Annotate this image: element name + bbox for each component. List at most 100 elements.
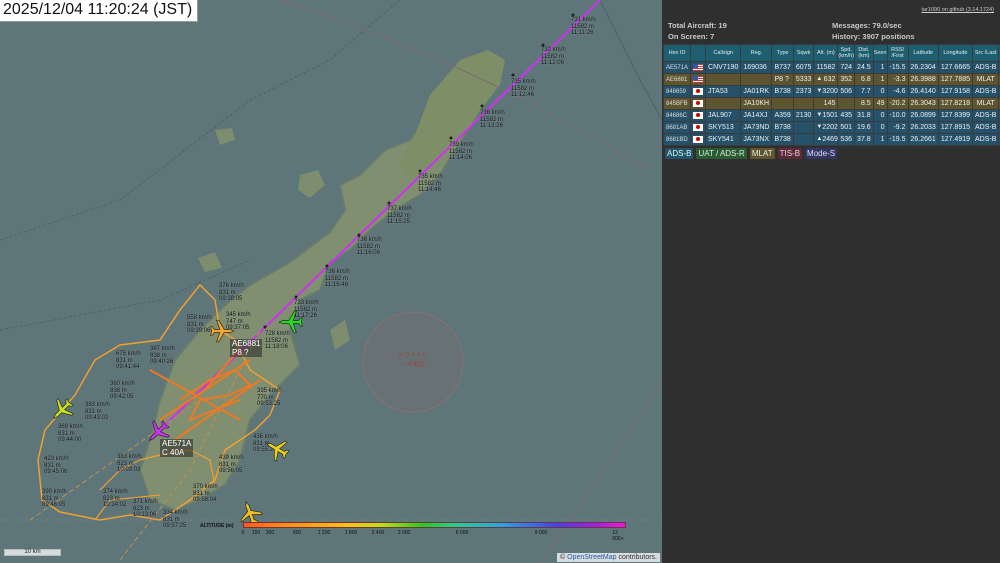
altitude-legend-title: ALTITUDE (m) xyxy=(200,523,234,529)
cell-hex: 8681BD xyxy=(662,133,692,146)
column-header[interactable]: Callsign xyxy=(705,44,742,62)
track-label: 374 km/h 823 m 10:14:02 xyxy=(103,489,128,508)
column-header[interactable]: Type xyxy=(771,44,794,62)
cell-seen: 49 xyxy=(872,97,888,110)
column-header[interactable]: Dist. (km) xyxy=(854,44,874,62)
altitude-value: 2202 xyxy=(822,124,838,131)
aircraft-icon[interactable] xyxy=(278,309,304,335)
altitude-tick: 150 xyxy=(251,530,261,536)
aircraft-icon[interactable] xyxy=(49,397,75,423)
island-small xyxy=(215,128,235,145)
cell-flag xyxy=(690,61,707,74)
altitude-value: 1501 xyxy=(822,112,838,119)
column-header[interactable] xyxy=(690,44,707,62)
cell-dist: 7.7 xyxy=(854,85,874,98)
aircraft-icon[interactable] xyxy=(264,436,290,462)
scale-bar: 10 km xyxy=(4,549,61,556)
aircraft-row[interactable]: 84686C JAL907 JA14XJ A359 2130 ▼ 1501 435 31.8 0-… xyxy=(662,109,1000,122)
github-link[interactable]: tar1090 on github (3.14.1724) xyxy=(922,7,994,13)
history-count: History: 3907 positions xyxy=(832,32,915,41)
track-label: 334 km/h 831 m 09:57:25 xyxy=(163,510,188,529)
track-label: 558 km/h 831 m 09:39:06 xyxy=(187,315,212,334)
flag-us-icon xyxy=(693,63,704,71)
aircraft-row[interactable]: AE6881 P8 ? 5333 ▲ 632 352 6.8 1 -3.3 26.3988 127.… xyxy=(662,73,1000,86)
aircraft-row[interactable]: 8681BD SKY541 JA73NX B738 ▲ 2469 536 37.8 1 -19.5… xyxy=(662,133,1000,146)
source-legend: ADS-B UAT / ADS-R MLAT TIS-B Mode-S xyxy=(665,148,838,159)
sidebar: tar1090 on github (3.14.1724) Total Airc… xyxy=(662,0,1000,563)
cell-rssi: -9.2 xyxy=(886,121,909,134)
cell-hex: 845BFB xyxy=(662,97,692,110)
column-header[interactable]: Alt. (m) xyxy=(813,44,839,62)
column-header[interactable]: Sqwk xyxy=(792,44,815,62)
column-header[interactable]: Spd. (km/h) xyxy=(837,44,856,62)
cell-lon: 127.4919 xyxy=(937,133,974,146)
cell-hex: 848659 xyxy=(662,85,692,98)
cell-type: B737 xyxy=(771,61,794,74)
aircraft-row[interactable]: AE571A CNV7190 169036 B737 6075 11582 724 24.5 1… xyxy=(662,61,1000,74)
cell-seen: 0 xyxy=(872,109,888,122)
cell-rssi: -19.5 xyxy=(886,133,909,146)
aircraft-label-ae571a[interactable]: AE571A C 40A xyxy=(160,439,194,457)
cell-alt: ▼ 1501 xyxy=(813,109,839,122)
cell-alt: 11582 xyxy=(813,61,839,74)
cell-spd: 501 xyxy=(837,121,856,134)
column-header[interactable]: RSSI /First xyxy=(886,44,909,62)
aircraft-label-ae6881[interactable]: AE6881 P8 ? xyxy=(230,339,263,357)
column-header[interactable]: Seen xyxy=(872,44,888,62)
map-view[interactable]: ホワイトビーチ地区 731 km/h 11582 m 11:11:26 732 km… xyxy=(0,0,662,563)
altitude-tick: 2 400 xyxy=(371,530,385,536)
aircraft-row[interactable]: 845BFB JA10KH 145 8.5 49 -20.2 26.3043 127.8218… xyxy=(662,97,1000,110)
column-header[interactable]: Longitude xyxy=(937,44,974,62)
altitude-tick: 1 200 xyxy=(317,530,331,536)
cell-flag xyxy=(690,73,707,86)
cell-lat: 26.2661 xyxy=(907,133,939,146)
flag-jp-icon xyxy=(693,135,704,143)
cell-spd xyxy=(837,97,856,110)
cell-dist: 31.8 xyxy=(854,109,874,122)
altitude-tick: 3 000 xyxy=(397,530,411,536)
track-label: 675 km/h 831 m 09:41:44 xyxy=(116,351,141,370)
cell-lon: 127.8399 xyxy=(937,109,974,122)
cell-alt: 145 xyxy=(813,97,839,110)
altitude-tick: 9 000 xyxy=(534,530,548,536)
cell-squawk: 2373 xyxy=(792,85,815,98)
source-legend-item: UAT / ADS-R xyxy=(696,148,747,159)
clock-display: 2025/12/04 11:20:24 (JST) xyxy=(0,0,199,22)
track-label: 360 km/h 838 m 09:42:05 xyxy=(110,381,135,400)
cell-dist: 6.8 xyxy=(854,73,874,86)
cell-callsign: JAL907 xyxy=(705,109,742,122)
osm-link[interactable]: OpenStreetMap xyxy=(567,554,616,561)
cell-seen: 0 xyxy=(872,85,888,98)
column-header[interactable]: Src /Last xyxy=(972,44,1000,62)
aircraft-row[interactable]: 848659 JTA53 JA01RK B738 2373 ▼ 3200 506 7.7 0 -4.… xyxy=(662,85,1000,98)
cell-reg: JA73ND xyxy=(740,121,773,134)
track-label: 735 km/h 11582 m 11:12:46 xyxy=(511,79,536,98)
cell-seen: 0 xyxy=(872,121,888,134)
cell-dist: 19.6 xyxy=(854,121,874,134)
cell-seen: 1 xyxy=(872,61,888,74)
cell-rssi: -3.3 xyxy=(886,73,909,86)
source-legend-item: TIS-B xyxy=(777,148,803,159)
cell-src: ADS-B xyxy=(972,85,1000,98)
flag-jp-icon xyxy=(693,99,704,107)
cell-src: MLAT xyxy=(972,97,1000,110)
cell-lon: 127.8218 xyxy=(937,97,974,110)
cell-alt: ▲ 632 xyxy=(813,73,839,86)
aircraft-row[interactable]: 8681AB SKY513 JA73ND B738 ▼ 2202 501 19.6 0 -9.2 2… xyxy=(662,121,1000,134)
column-header[interactable]: Hex ID xyxy=(662,44,692,62)
track-label: 369 km/h 831 m 09:44:00 xyxy=(58,424,83,443)
cell-dist: 24.5 xyxy=(854,61,874,74)
cell-lon: 127.7885 xyxy=(937,73,974,86)
cell-hex: AE6881 xyxy=(662,73,692,86)
cell-spd: 536 xyxy=(837,133,856,146)
track-label: 370 km/h 831 m 09:58:04 xyxy=(193,484,218,503)
altitude-value: 3200 xyxy=(822,88,838,95)
track-label: 739 km/h 11582 m 11:14:06 xyxy=(449,142,474,161)
cell-spd: 724 xyxy=(837,61,856,74)
messages-rate: Messages: 79.0/sec xyxy=(832,21,902,30)
column-header[interactable]: Reg. xyxy=(740,44,773,62)
cell-lon: 127.8915 xyxy=(937,121,974,134)
cell-squawk: 5333 xyxy=(792,73,815,86)
column-header[interactable]: Latitude xyxy=(907,44,939,62)
cell-lat: 26.3043 xyxy=(907,97,939,110)
